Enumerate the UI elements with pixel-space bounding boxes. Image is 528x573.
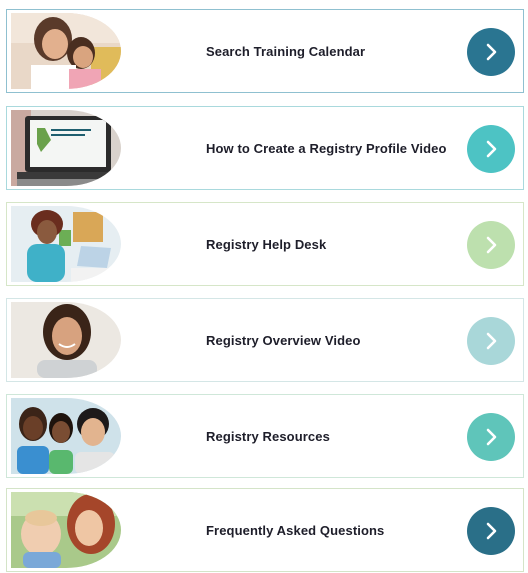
woman-at-laptop-photo bbox=[11, 206, 121, 282]
item-label: Registry Help Desk bbox=[206, 237, 327, 252]
chevron-right-icon[interactable] bbox=[467, 317, 515, 365]
create-registry-profile-video-link[interactable]: How to Create a Registry Profile Video bbox=[6, 106, 524, 190]
registry-links-list: Search Training Calendar How to Create a… bbox=[0, 0, 528, 572]
item-label: How to Create a Registry Profile Video bbox=[206, 141, 447, 156]
registry-help-desk-link[interactable]: Registry Help Desk bbox=[6, 202, 524, 286]
registry-overview-video-link[interactable]: Registry Overview Video bbox=[6, 298, 524, 382]
mother-and-child-photo bbox=[11, 13, 121, 89]
chevron-right-icon[interactable] bbox=[467, 125, 515, 173]
laptop-video-photo bbox=[11, 110, 121, 186]
group-of-kids-photo bbox=[11, 398, 121, 474]
item-label: Registry Resources bbox=[206, 429, 330, 444]
item-label: Registry Overview Video bbox=[206, 333, 361, 348]
registry-resources-link[interactable]: Registry Resources bbox=[6, 394, 524, 478]
woman-and-baby-photo bbox=[11, 492, 121, 568]
search-training-calendar-link[interactable]: Search Training Calendar bbox=[6, 9, 524, 93]
chevron-right-icon[interactable] bbox=[467, 413, 515, 461]
smiling-woman-photo bbox=[11, 302, 121, 378]
item-label: Search Training Calendar bbox=[206, 44, 366, 59]
chevron-right-icon[interactable] bbox=[467, 28, 515, 76]
chevron-right-icon[interactable] bbox=[467, 221, 515, 269]
frequently-asked-questions-link[interactable]: Frequently Asked Questions bbox=[6, 488, 524, 572]
chevron-right-icon[interactable] bbox=[467, 507, 515, 555]
item-label: Frequently Asked Questions bbox=[206, 523, 385, 538]
